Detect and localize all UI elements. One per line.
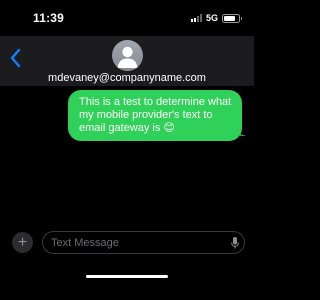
message-input[interactable] [42, 231, 245, 254]
status-time: 11:39 [33, 11, 65, 25]
person-avatar-icon[interactable] [112, 40, 143, 71]
conversation-header: mdevaney@companyname.com [0, 36, 254, 86]
plus-icon[interactable]: + [12, 232, 33, 253]
battery-level [224, 15, 235, 21]
outgoing-message-bubble[interactable]: This is a test to determine what my mobi… [68, 90, 242, 141]
message-thread: This is a test to determine what my mobi… [0, 86, 254, 226]
message-composer: + [0, 230, 254, 260]
status-indicators: 5G [190, 12, 242, 24]
network-type: 5G [205, 13, 218, 23]
contact-name[interactable]: mdevaney@companyname.com [0, 72, 254, 84]
cellular-signal-icon [190, 14, 202, 22]
microphone-icon[interactable] [231, 237, 239, 249]
status-bar: 11:39 5G [0, 0, 254, 36]
bubble-tail [233, 125, 246, 136]
chevron-left-icon[interactable] [9, 47, 23, 69]
battery-icon [222, 13, 242, 23]
home-indicator[interactable] [86, 275, 168, 278]
